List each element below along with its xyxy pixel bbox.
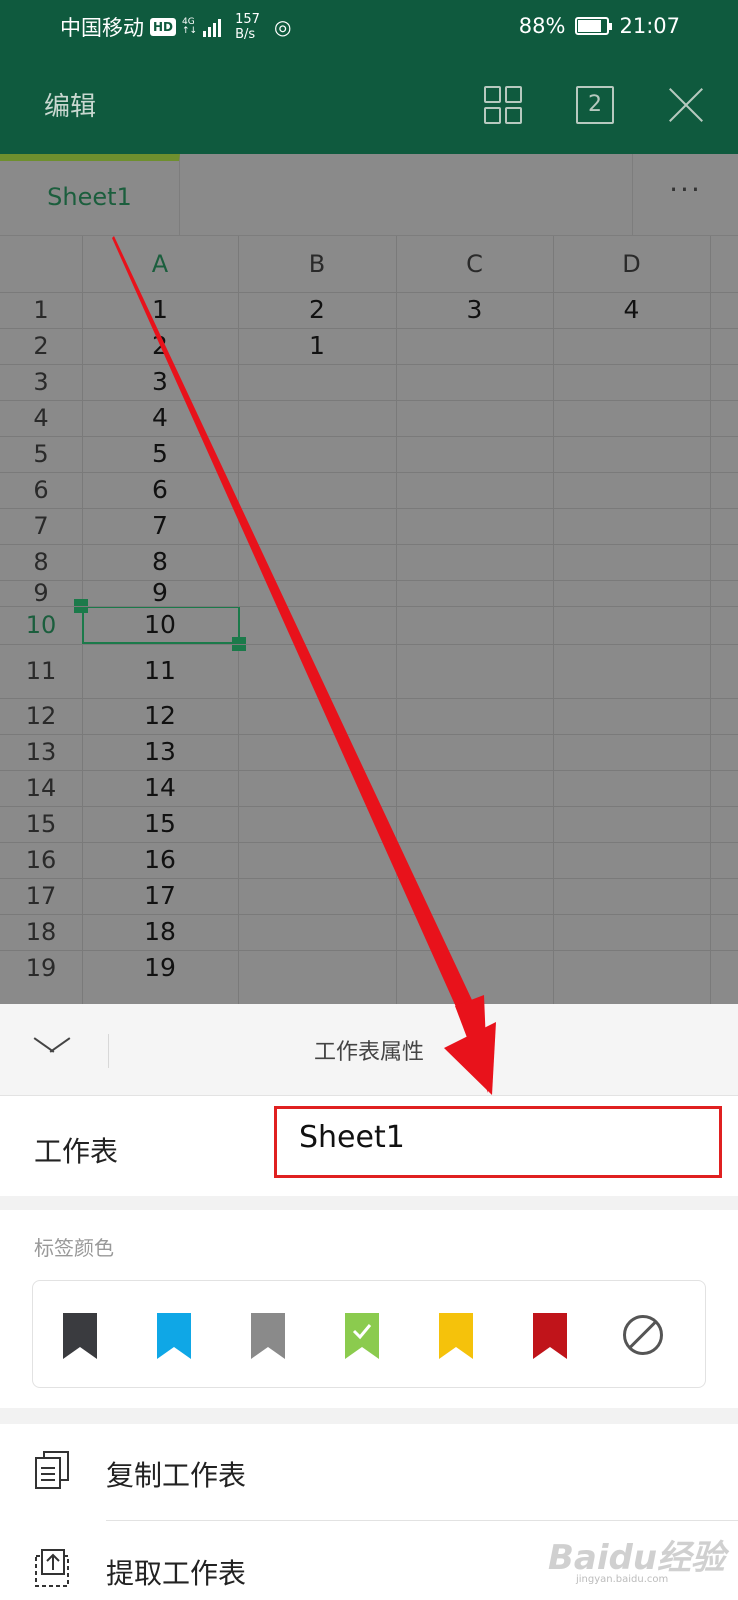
cell-a9[interactable]: 9 bbox=[82, 580, 238, 606]
cell-a2[interactable]: 2 bbox=[82, 328, 238, 364]
tag-color-swatch[interactable] bbox=[533, 1313, 567, 1359]
cell-a18[interactable]: 18 bbox=[82, 914, 238, 950]
panel-title: 工作表属性 bbox=[313, 1040, 424, 1065]
row-header-8[interactable]: 8 bbox=[0, 544, 82, 580]
cell-d1[interactable]: 4 bbox=[553, 292, 710, 328]
cell-b2[interactable]: 1 bbox=[238, 328, 396, 364]
battery-icon bbox=[575, 17, 613, 35]
row-header-10[interactable]: 10 bbox=[0, 606, 82, 644]
tag-color-picker bbox=[32, 1280, 706, 1388]
network-type: 4G ↑↓ bbox=[182, 17, 198, 36]
column-header-d[interactable]: D bbox=[553, 236, 710, 292]
column-header-a[interactable]: A bbox=[82, 236, 238, 292]
row-header-15[interactable]: 15 bbox=[0, 806, 82, 842]
cell-a1[interactable]: 1 bbox=[82, 292, 238, 328]
more-options-icon[interactable]: ··· bbox=[632, 154, 738, 236]
cell-a8[interactable]: 8 bbox=[82, 544, 238, 580]
column-header-b[interactable]: B bbox=[238, 236, 396, 292]
grid-line bbox=[553, 236, 554, 1004]
tag-color-swatch[interactable] bbox=[63, 1313, 97, 1359]
tag-color-swatch[interactable] bbox=[439, 1313, 473, 1359]
row-header-2[interactable]: 2 bbox=[0, 328, 82, 364]
extract-icon bbox=[35, 1549, 69, 1587]
status-left: 中国移动 HD 4G ↑↓ 157 B/s ◎ bbox=[60, 12, 291, 42]
cell-a11[interactable]: 11 bbox=[82, 644, 238, 698]
network-speed: 157 B/s bbox=[235, 12, 260, 42]
cell-a12[interactable]: 12 bbox=[82, 698, 238, 734]
tag-color-swatch[interactable] bbox=[157, 1313, 191, 1359]
cell-a10[interactable]: 10 bbox=[82, 606, 238, 644]
cell-a5[interactable]: 5 bbox=[82, 436, 238, 472]
row-header-16[interactable]: 16 bbox=[0, 842, 82, 878]
row-header-1[interactable]: 1 bbox=[0, 292, 82, 328]
column-header-c[interactable]: C bbox=[396, 236, 553, 292]
signal-icon bbox=[203, 17, 222, 37]
row-header-4[interactable]: 4 bbox=[0, 400, 82, 436]
top-bar: 中国移动 HD 4G ↑↓ 157 B/s ◎ 88% 21:07 编辑 2 bbox=[0, 0, 738, 154]
row-header-3[interactable]: 3 bbox=[0, 364, 82, 400]
row-header-17[interactable]: 17 bbox=[0, 878, 82, 914]
row-header-6[interactable]: 6 bbox=[0, 472, 82, 508]
sheet-properties-panel: 工作表属性 工作表 Sheet1 标签颜色 复制工作表 提取工作表 bbox=[0, 1004, 738, 1600]
carrier-name: 中国移动 bbox=[60, 16, 144, 40]
row-header-9[interactable]: 9 bbox=[0, 580, 82, 606]
extract-sheet-label: 提取工作表 bbox=[106, 1557, 247, 1590]
cell-a4[interactable]: 4 bbox=[82, 400, 238, 436]
row-header-12[interactable]: 12 bbox=[0, 698, 82, 734]
row-header-18[interactable]: 18 bbox=[0, 914, 82, 950]
row-header-13[interactable]: 13 bbox=[0, 734, 82, 770]
watermark-logo: Baidu经验 bbox=[548, 1538, 726, 1578]
action-divider bbox=[106, 1520, 738, 1521]
sheet-area: Sheet1 ··· A B C D 2 3 4 1 1122334455667… bbox=[0, 154, 738, 1004]
tab-sheet1[interactable]: Sheet1 bbox=[0, 154, 180, 236]
edit-button[interactable]: 编辑 bbox=[44, 86, 96, 123]
status-right: 88% 21:07 bbox=[519, 14, 680, 38]
window-count-icon[interactable]: 2 bbox=[576, 86, 614, 124]
cell-c1[interactable]: 3 bbox=[396, 292, 553, 328]
battery-percent: 88% bbox=[518, 14, 566, 38]
clock: 21:07 bbox=[619, 14, 680, 38]
grid-line bbox=[710, 236, 711, 1004]
row-header-14[interactable]: 14 bbox=[0, 770, 82, 806]
cell-a3[interactable]: 3 bbox=[82, 364, 238, 400]
tag-color-swatch[interactable] bbox=[345, 1313, 379, 1359]
sync-icon: ◎ bbox=[273, 15, 292, 39]
status-bar: 中国移动 HD 4G ↑↓ 157 B/s ◎ 88% 21:07 bbox=[0, 0, 738, 56]
cell-a16[interactable]: 16 bbox=[82, 842, 238, 878]
copy-sheet-label: 复制工作表 bbox=[106, 1459, 247, 1492]
grid-line bbox=[396, 236, 397, 1004]
watermark-url: jingyan.baidu.com bbox=[576, 1574, 669, 1585]
tag-color-section: 标签颜色 bbox=[0, 1210, 738, 1408]
grid-view-icon[interactable] bbox=[484, 86, 524, 126]
row-header-19[interactable]: 19 bbox=[0, 950, 82, 986]
cell-a15[interactable]: 15 bbox=[82, 806, 238, 842]
sheet-name-row: 工作表 Sheet1 bbox=[0, 1096, 738, 1196]
row-header-7[interactable]: 7 bbox=[0, 508, 82, 544]
copy-sheet-button[interactable]: 复制工作表 bbox=[0, 1424, 738, 1521]
row-header-5[interactable]: 5 bbox=[0, 436, 82, 472]
cell-a7[interactable]: 7 bbox=[82, 508, 238, 544]
cell-a14[interactable]: 14 bbox=[82, 770, 238, 806]
sheet-tab-bar: Sheet1 ··· bbox=[0, 154, 738, 236]
cell-a17[interactable]: 17 bbox=[82, 878, 238, 914]
sheet-name-label: 工作表 bbox=[34, 1135, 119, 1168]
cell-a6[interactable]: 6 bbox=[82, 472, 238, 508]
cell-b1[interactable]: 2 bbox=[238, 292, 396, 328]
app-bar: 编辑 2 bbox=[0, 56, 738, 154]
cell-a19[interactable]: 19 bbox=[82, 950, 238, 986]
close-icon[interactable] bbox=[666, 84, 706, 124]
tag-color-label: 标签颜色 bbox=[34, 1236, 114, 1260]
panel-header: 工作表属性 bbox=[0, 1004, 738, 1096]
no-color-icon[interactable] bbox=[623, 1315, 663, 1355]
baidu-watermark: Baidu经验 jingyan.baidu.com bbox=[548, 1528, 738, 1588]
cell-a13[interactable]: 13 bbox=[82, 734, 238, 770]
sheet-name-input[interactable]: Sheet1 bbox=[274, 1106, 722, 1178]
tag-color-swatch[interactable] bbox=[251, 1313, 285, 1359]
copy-icon bbox=[35, 1451, 69, 1489]
hd-badge: HD bbox=[150, 18, 177, 36]
row-header-11[interactable]: 11 bbox=[0, 644, 82, 698]
